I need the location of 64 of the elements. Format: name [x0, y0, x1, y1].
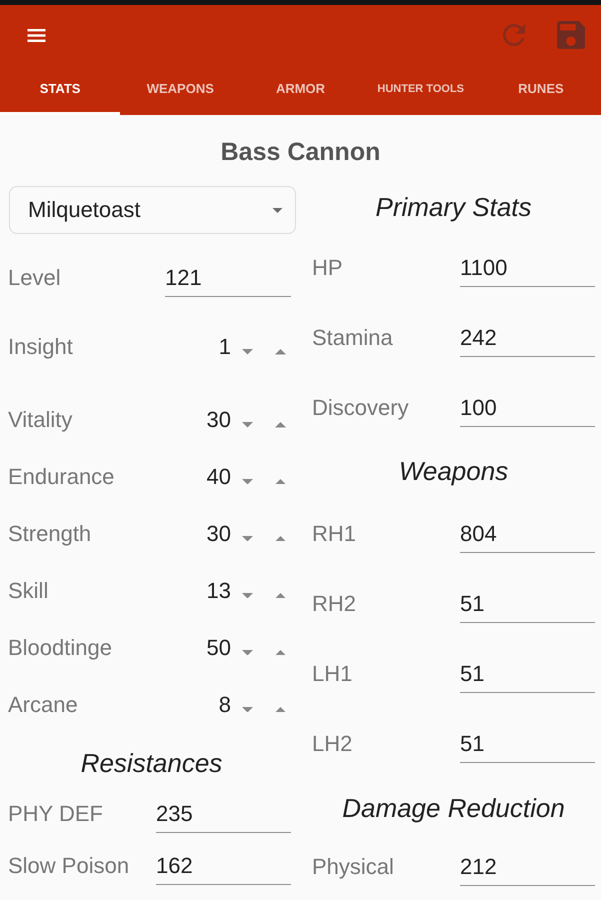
stat-label: Insight [8, 335, 73, 359]
caret-down-icon [242, 478, 252, 484]
tab[interactable]: STATS [0, 65, 120, 115]
caret-up-icon [274, 650, 286, 656]
attribute-value: 8 [218, 692, 231, 716]
section-heading: Resistances [80, 746, 224, 780]
caret-down-icon [242, 536, 252, 542]
stat-input[interactable]: 121 [165, 259, 291, 297]
caret-down-icon [242, 706, 252, 712]
stat-input[interactable]: 100 [460, 389, 595, 427]
stat-input[interactable]: 235 [156, 795, 291, 833]
save-icon[interactable] [557, 21, 585, 49]
caret-down-icon [242, 650, 252, 656]
tab[interactable]: HUNTER TOOLS [360, 65, 481, 115]
stat-label: RH2 [312, 592, 356, 616]
stat-label: Discovery [312, 396, 409, 420]
tab[interactable]: RUNES [480, 65, 601, 115]
build-title: Bass Cannon [220, 137, 382, 167]
stat-input[interactable]: 1100 [460, 249, 595, 287]
attribute-value: 50 [206, 636, 231, 660]
caret-down-icon [242, 422, 252, 428]
attribute-value: 30 [206, 522, 231, 546]
stat-label: Slow Poison [8, 854, 130, 878]
caret-up-icon [274, 478, 286, 484]
stat-input[interactable]: 162 [156, 847, 291, 885]
caret-up-icon [274, 349, 286, 355]
stat-label: RH1 [312, 522, 356, 546]
caret-up-icon [274, 706, 286, 712]
stat-label: Endurance [8, 464, 114, 488]
caret-up-icon [274, 592, 286, 598]
attribute-value: 40 [206, 464, 231, 488]
tab[interactable]: WEAPONS [120, 65, 240, 115]
caret-down-icon [272, 208, 283, 212]
section-heading: Weapons [398, 454, 510, 488]
caret-up-icon [274, 422, 286, 428]
stat-label: Physical [312, 855, 394, 879]
stat-input[interactable]: 212 [460, 848, 595, 886]
stat-label: Bloodtinge [8, 636, 112, 660]
stat-label: Arcane [8, 692, 78, 716]
stat-label: Skill [8, 578, 48, 602]
section-heading: Damage Reduction [341, 792, 566, 824]
stat-label: Level [8, 266, 61, 290]
stat-label: Strength [8, 522, 92, 546]
stat-label: Vitality [8, 408, 72, 432]
stat-label: HP [312, 256, 343, 280]
stat-input[interactable]: 51 [460, 725, 595, 763]
stat-input[interactable]: 51 [460, 585, 595, 623]
stat-input[interactable]: 804 [460, 515, 595, 553]
stat-input[interactable]: 242 [460, 319, 595, 357]
attribute-value: 13 [206, 578, 231, 602]
stat-label: LH1 [312, 662, 352, 686]
stat-label: Stamina [312, 326, 393, 350]
stat-label: LH2 [312, 732, 352, 756]
tab[interactable]: ARMOR [240, 65, 361, 115]
caret-down-icon [242, 592, 252, 598]
stat-label: PHY DEF [8, 802, 103, 826]
menu-icon[interactable] [27, 28, 46, 42]
caret-down-icon [242, 349, 252, 355]
section-heading: Primary Stats [374, 190, 533, 224]
stat-input[interactable]: 51 [460, 655, 595, 693]
attribute-value: 1 [218, 335, 231, 359]
origin-dropdown[interactable]: Milquetoast [9, 186, 296, 234]
caret-up-icon [274, 536, 286, 542]
attribute-value: 30 [206, 408, 231, 432]
